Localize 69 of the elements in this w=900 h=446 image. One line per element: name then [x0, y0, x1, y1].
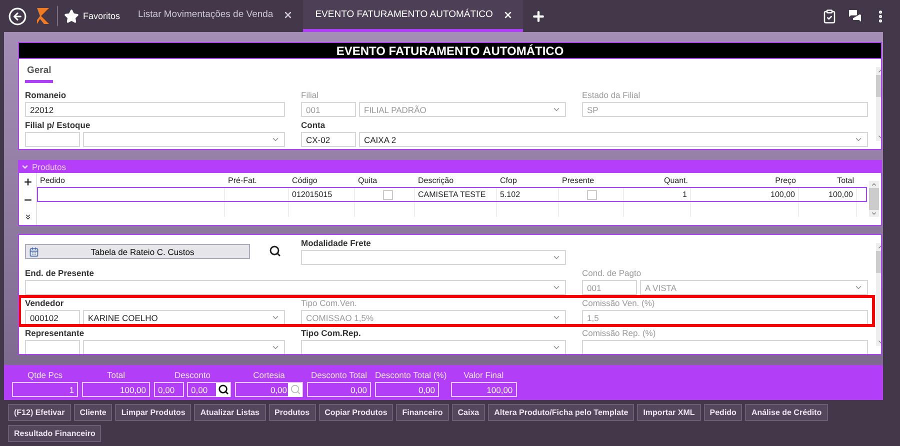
action-button[interactable]: Caixa [452, 404, 486, 421]
column-header: Pré-Fat. [227, 174, 258, 186]
field-label: Conta [301, 119, 326, 132]
action-button[interactable]: Cliente [74, 404, 112, 421]
action-button[interactable]: Copiar Produtos [318, 404, 394, 421]
input-field[interactable]: 0,00 [187, 382, 231, 397]
column-header: Total [836, 174, 855, 186]
input-field[interactable]: 22012 [25, 102, 285, 117]
favorites-button[interactable]: Favoritos [57, 6, 126, 26]
column-header: Presente [561, 174, 596, 186]
field-label: End. de Presente [25, 267, 95, 280]
action-button[interactable]: Pedido [704, 404, 742, 421]
table-cell: 012015015 [289, 187, 355, 202]
total-label: Desconto [174, 370, 212, 382]
table-row[interactable]: 012015015 CAMISETA TESTE 5.102 1 100,00 100,00 [37, 187, 867, 202]
field-label: Comissão Ven. (%) [582, 297, 656, 310]
tab[interactable]: Geral [25, 63, 54, 83]
table-cell: 1 [624, 187, 691, 202]
column-header: Cfop [499, 174, 518, 187]
column-header: Preço [774, 174, 797, 187]
field-label: Modalidade Frete [301, 237, 372, 250]
input-field[interactable]: 0,00 [375, 382, 439, 397]
column-header: Quita [357, 174, 378, 186]
action-button[interactable]: Importar XML [637, 404, 701, 421]
action-button[interactable]: Altera Produto/Ficha pelo Template [488, 404, 634, 421]
field-label: Representante [25, 327, 86, 340]
column-header: Quant. [662, 174, 689, 186]
action-button[interactable]: Resultado Financeiro [8, 425, 102, 442]
table-button[interactable]: Tabela de Rateio C. Custos [25, 244, 250, 259]
field-label: Filial p/ Estoque [25, 119, 92, 132]
action-button[interactable]: Produtos [268, 404, 316, 421]
total-label: Desconto Total (%) [375, 370, 447, 382]
field-label: Tipo Com.Rep. [301, 327, 362, 340]
table-cell: 5.102 [497, 187, 559, 202]
input-field[interactable]: 100,00 [82, 382, 150, 397]
dropdown[interactable]: CAIXA 2 [359, 132, 868, 147]
field-label: Filial [301, 89, 320, 102]
total-label: Valor Final [462, 370, 505, 382]
action-button[interactable]: Limpar Produtos [115, 404, 192, 421]
tab[interactable]: EVENTO FATURAMENTO AUTOMÁTICO [303, 0, 523, 32]
action-button[interactable]: Financeiro [396, 404, 449, 421]
table-cell: 100,00 [799, 187, 857, 202]
tab[interactable]: Listar Movimentações de Venda [126, 0, 304, 32]
total-label: Desconto Total [310, 370, 368, 382]
total-label: Cortesia [252, 370, 286, 382]
field-label: Estado da Filial [582, 89, 642, 102]
input-field[interactable]: 0,00 [307, 382, 371, 397]
field-label: Tipo Com.Ven. [301, 297, 358, 310]
action-button[interactable]: (F12) Efetivar [8, 404, 71, 421]
field-label: Cond. de Pagto [582, 267, 642, 280]
column-header: Descrição [417, 174, 455, 187]
dropdown[interactable]: KARINE COELHO [83, 310, 285, 325]
input-field[interactable]: CX-02 [301, 132, 356, 147]
input-field[interactable]: 000102 [25, 310, 80, 325]
form-title: EVENTO FATURAMENTO AUTOMÁTICO [18, 42, 882, 58]
field-label: Vendedor [25, 297, 65, 310]
field-label: Comissão Rep. (%) [582, 327, 657, 340]
field-label: Romaneio [25, 89, 68, 102]
total-label: Qtde Pcs [26, 370, 64, 382]
input-field[interactable]: 1 [12, 382, 78, 397]
action-button[interactable]: Análise de Crédito [745, 404, 828, 421]
total-label: Total [106, 370, 126, 382]
column-header: Pedido [39, 174, 66, 186]
table-cell: 100,00 [691, 187, 799, 202]
input-field[interactable]: 0,00 [154, 382, 184, 397]
action-button[interactable]: Atualizar Listas [194, 404, 266, 421]
input-field[interactable]: 100,00 [450, 382, 517, 397]
table-cell: CAMISETA TESTE [415, 187, 497, 202]
column-header: Código [291, 174, 318, 187]
